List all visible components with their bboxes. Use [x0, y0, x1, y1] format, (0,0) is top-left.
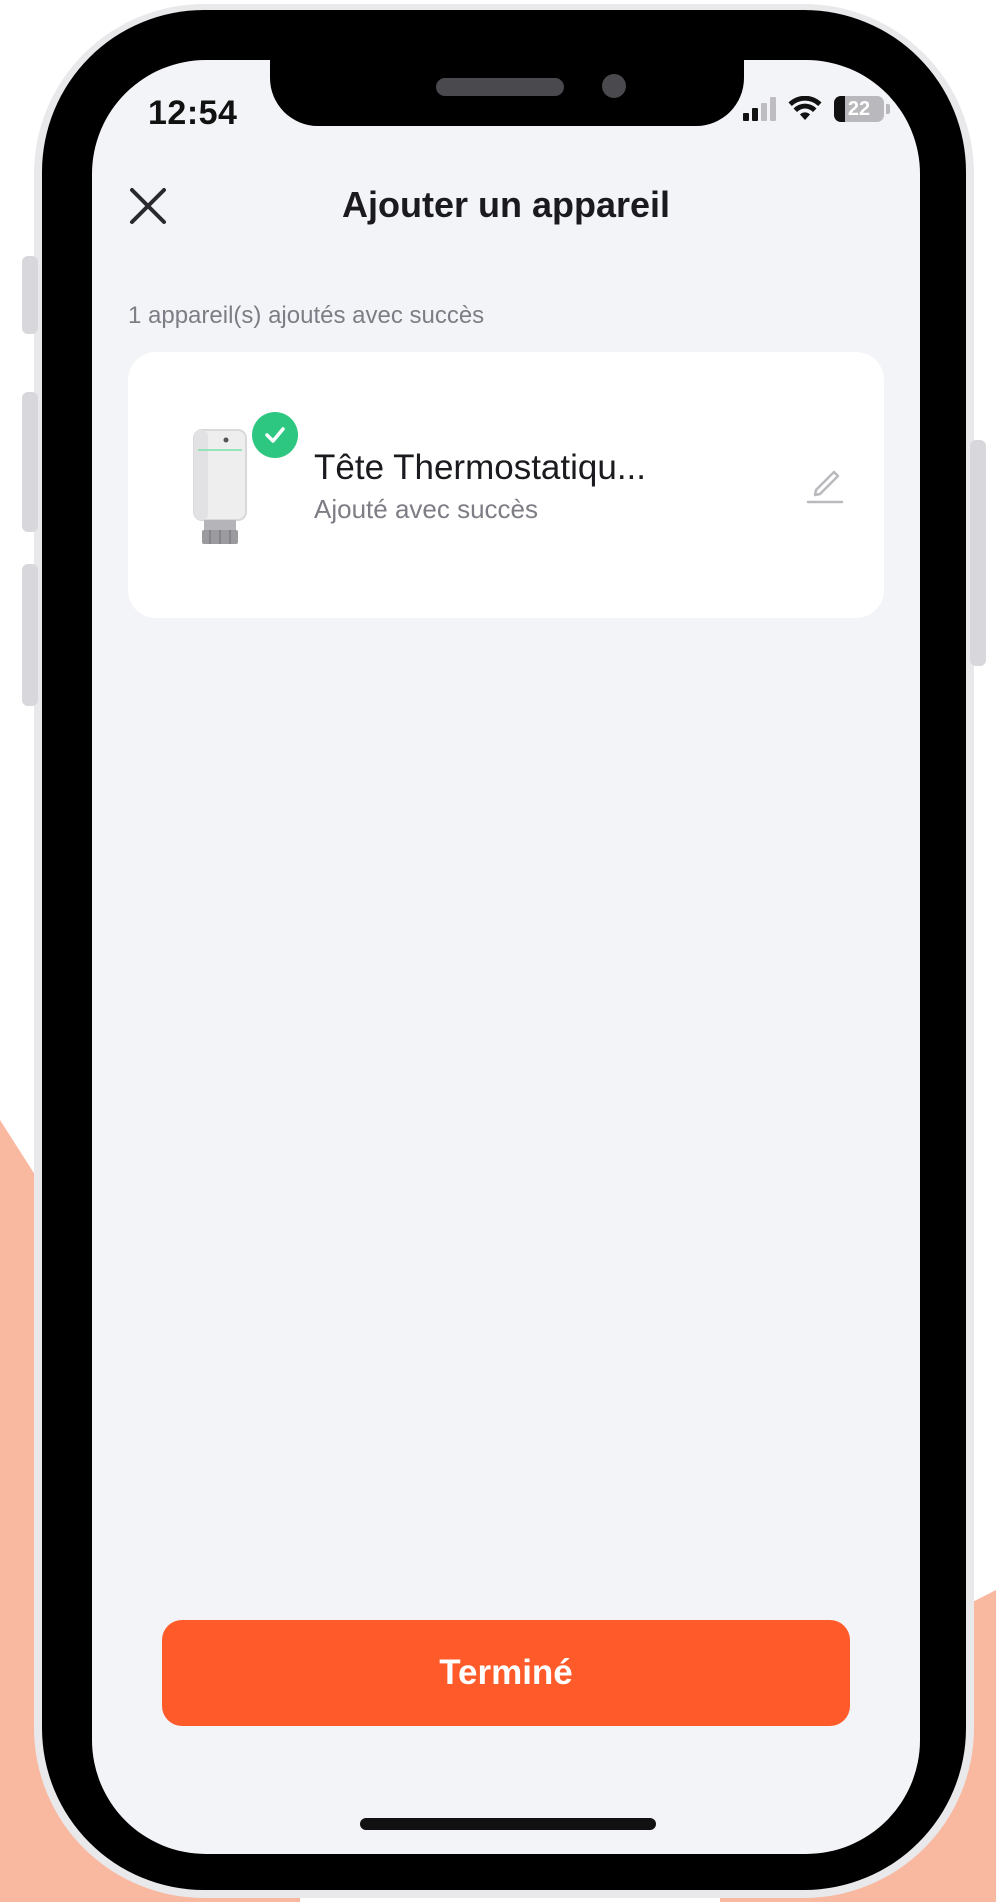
device-name: Tête Thermostatiqu...: [314, 448, 647, 487]
volume-up-button: [22, 392, 38, 532]
check-icon: [265, 427, 285, 443]
wifi-icon: [788, 96, 822, 120]
mute-switch: [22, 256, 38, 334]
status-indicators: 22: [743, 96, 890, 122]
power-button: [970, 440, 986, 666]
success-check-badge: [252, 412, 298, 458]
added-count-label: 1 appareil(s) ajoutés avec succès: [128, 302, 485, 329]
volume-down-button: [22, 564, 38, 706]
phone-screen: 12:54 22 Ajouter un appareil 1 appareil(…: [92, 60, 920, 1854]
speaker: [436, 78, 564, 96]
battery-cap: [886, 104, 890, 114]
page-title: Ajouter un appareil: [341, 184, 671, 225]
device-card[interactable]: Tête Thermostatiqu... Ajouté avec succès: [128, 352, 884, 618]
home-indicator[interactable]: [360, 1818, 656, 1830]
edit-icon[interactable]: [804, 464, 846, 506]
battery-level: 22: [847, 97, 871, 120]
signal-icon: [743, 97, 776, 121]
done-button[interactable]: Terminé: [162, 1620, 850, 1726]
battery-icon: 22: [834, 96, 884, 122]
thermostat-head-image: [193, 429, 247, 544]
device-status: Ajouté avec succès: [314, 494, 539, 524]
status-time: 12:54: [148, 94, 238, 132]
front-camera: [602, 74, 626, 98]
